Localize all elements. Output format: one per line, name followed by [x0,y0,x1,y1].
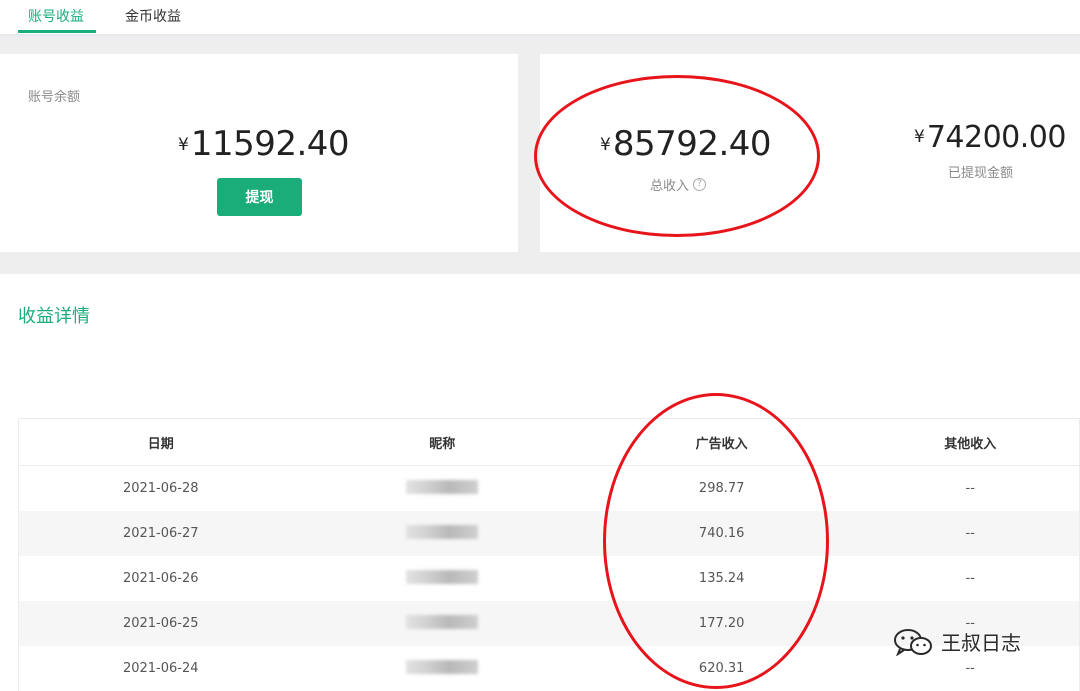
cell-nickname-blurred [302,479,581,498]
blurred-nickname [406,569,479,584]
cell-date: 2021-06-25 [122,616,199,631]
active-tab-indicator [18,30,96,33]
withdraw-button[interactable]: 提现 [217,178,302,216]
blurred-nickname [406,479,479,494]
details-title: 收益详情 [18,306,90,327]
table-row: 2021-06-27 740.16 -- [19,511,1079,556]
cell-nickname-blurred [302,614,581,633]
annotation-circle-total-income [534,75,820,237]
tab-bar: 账号收益 金币收益 [0,0,1080,36]
blurred-nickname [406,659,479,674]
column-header-nickname: 昵称 [429,436,456,452]
cell-date: 2021-06-24 [122,661,199,676]
withdrawn-value: 74200.00 [926,120,1067,155]
blurred-nickname [406,614,479,629]
currency-symbol: ¥ [178,135,189,155]
cell-date: 2021-06-26 [122,571,199,586]
watermark-text: 王叔日志 [941,631,1021,655]
column-header-other-income: 其他收入 [944,436,997,452]
blurred-nickname [406,524,479,539]
withdrawn-label: 已提现金额 [948,166,1014,181]
wechat-icon [894,628,932,656]
table-header: 日期 昵称 广告收入 其他收入 [19,419,1079,466]
cell-nickname-blurred [302,569,581,588]
cell-date: 2021-06-27 [122,526,199,541]
currency-symbol: ¥ [914,127,925,147]
cell-other-income: -- [965,571,975,586]
table-row: 2021-06-28 298.77 -- [19,466,1079,511]
cell-nickname-blurred [302,524,581,543]
balance-card: 账号余额 ¥11592.40 提现 [0,54,518,252]
column-header-date: 日期 [147,436,174,452]
cell-other-income: -- [965,661,975,676]
table-row: 2021-06-26 135.24 -- [19,556,1079,601]
balance-amount: ¥11592.40 [178,124,350,164]
tab-coin-earnings[interactable]: 金币收益 [125,6,181,26]
cell-other-income: -- [965,526,975,541]
cell-nickname-blurred [302,659,581,678]
annotation-circle-ad-income [603,393,829,689]
tab-account-earnings[interactable]: 账号收益 [28,6,84,26]
balance-value: 11592.40 [190,124,350,164]
cell-other-income: -- [965,481,975,496]
watermark: 王叔日志 [893,627,1021,656]
withdrawn-amount: ¥74200.00 [914,120,1066,155]
balance-label: 账号余额 [28,90,81,105]
cell-date: 2021-06-28 [122,481,199,496]
